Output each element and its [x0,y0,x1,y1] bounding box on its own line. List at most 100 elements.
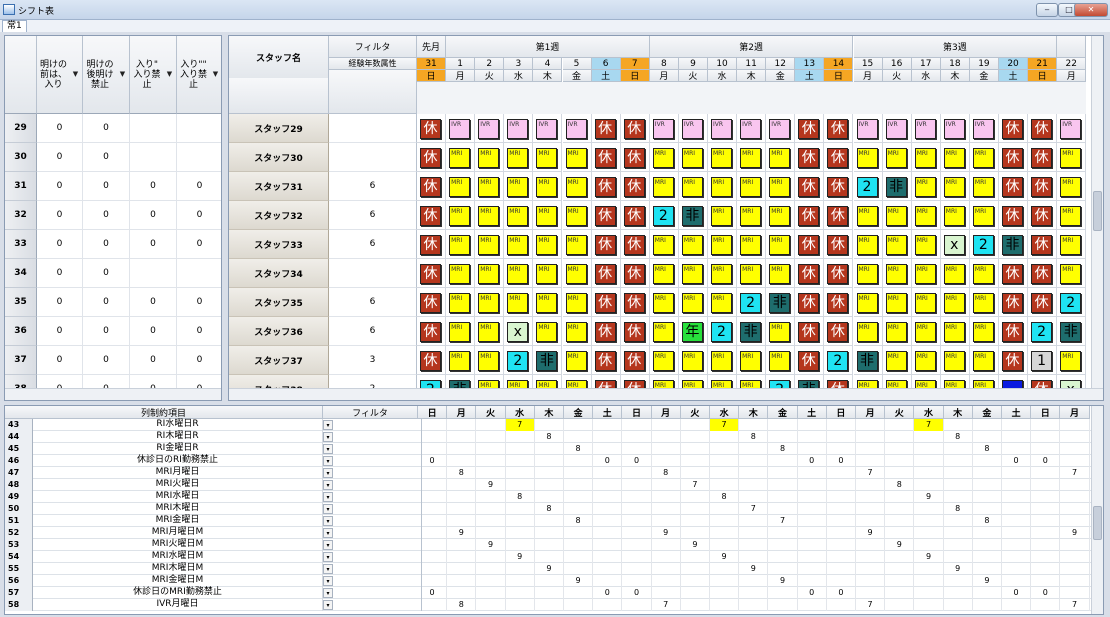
constraint-value[interactable]: 8 [447,467,477,479]
shift-cell[interactable]: 休 [999,172,1029,201]
shift-cell[interactable]: 2 [504,346,534,375]
shift-cell[interactable]: 休 [795,143,825,172]
constraint-value[interactable] [652,515,681,527]
shift-cell[interactable]: MRI [766,259,796,288]
shift-tile[interactable]: MRI [972,177,994,197]
constraint-value[interactable] [476,563,506,575]
constraint-value[interactable] [622,503,652,515]
shift-cell[interactable]: 2 [737,288,767,317]
constraint-value[interactable] [856,455,886,467]
shift-tile[interactable]: MRI [885,293,907,313]
left-constraint-cell[interactable]: 0 [37,201,83,230]
constraint-value[interactable] [418,539,448,551]
shift-tile[interactable]: MRI [885,264,907,284]
constraint-value[interactable] [681,563,710,575]
constraint-value[interactable] [476,527,506,539]
constraint-value[interactable]: 9 [739,563,769,575]
constraint-value[interactable] [768,419,798,431]
left-constraint-cell[interactable] [130,114,177,143]
constraint-value[interactable] [564,527,594,539]
shift-tile[interactable]: 休 [798,235,820,255]
shift-tile[interactable]: 2 [972,235,994,255]
shift-tile[interactable]: MRI [769,322,791,342]
shift-tile[interactable]: MRI [740,206,762,226]
constraint-value[interactable] [418,419,448,431]
constraint-value[interactable] [681,587,710,599]
left-constraint-cell[interactable]: 0 [83,201,130,230]
constraint-value[interactable] [798,503,827,515]
constraint-value[interactable] [827,515,856,527]
shift-tile[interactable]: MRI [652,351,674,371]
shift-cell[interactable]: 休 [620,172,650,201]
constraint-value[interactable] [622,599,652,611]
shift-cell[interactable]: MRI [940,201,970,230]
constraint-value[interactable] [1060,479,1090,491]
shift-cell[interactable]: 休 [1028,230,1058,259]
left-constraint-cell[interactable]: 0 [37,288,83,317]
shift-cell[interactable]: IVR [678,114,708,143]
shift-cell[interactable]: MRI [1057,201,1087,230]
constraint-value[interactable] [476,551,506,563]
shift-cell[interactable]: MRI [1057,259,1087,288]
constraint-value[interactable]: 8 [564,443,594,455]
constraint-value[interactable] [827,563,856,575]
shift-cell[interactable]: 非 [678,201,708,230]
constraint-value[interactable] [564,431,594,443]
constraint-value[interactable] [856,515,886,527]
shift-tile[interactable]: x [507,322,529,342]
constraint-value[interactable] [535,575,564,587]
shift-tile[interactable]: MRI [478,351,500,371]
constraint-value[interactable] [944,539,973,551]
left-column-header[interactable]: 入り" 入り禁 止 ▼ [130,36,177,114]
shift-cell[interactable]: 休 [795,346,825,375]
shift-tile[interactable]: MRI [914,322,936,342]
constraint-value[interactable] [652,563,681,575]
constraint-value[interactable] [506,599,535,611]
constraint-value[interactable] [856,551,886,563]
minimize-button[interactable]: ‒ [1036,3,1058,17]
shift-tile[interactable]: MRI [449,264,471,284]
constraint-value[interactable] [593,467,623,479]
constraint-value[interactable] [798,443,827,455]
shift-tile[interactable]: MRI [711,235,732,255]
shift-cell[interactable]: 休 [417,114,447,143]
constraint-value[interactable] [1031,563,1061,575]
shift-cell[interactable]: MRI [737,143,767,172]
shift-tile[interactable]: MRI [478,206,500,226]
constraint-value[interactable] [914,587,944,599]
constraint-value[interactable]: 9 [885,539,915,551]
constraint-value[interactable] [652,575,681,587]
shift-cell[interactable]: MRI [533,143,563,172]
shift-cell[interactable]: MRI [969,172,999,201]
constraint-value[interactable] [1031,575,1061,587]
constraint-value[interactable] [476,467,506,479]
constraint-value[interactable] [535,419,564,431]
constraint-value[interactable] [1002,503,1032,515]
constraint-value[interactable] [885,515,915,527]
shift-tile[interactable]: 休 [420,351,441,371]
constraint-value[interactable] [1031,431,1061,443]
left-constraint-cell[interactable] [177,114,221,143]
left-constraint-cell[interactable]: 0 [130,317,177,346]
shift-tile[interactable]: MRI [478,322,500,342]
constraint-value[interactable] [973,599,1002,611]
left-constraint-cell[interactable]: 0 [37,259,83,288]
shift-tile[interactable]: MRI [856,264,878,284]
constraint-value[interactable] [447,539,477,551]
constraint-value[interactable] [739,575,769,587]
constraint-value[interactable] [885,587,915,599]
constraint-value[interactable] [944,419,973,431]
constraint-dropdown[interactable]: ▾ [323,480,333,490]
constraint-value[interactable]: 9 [768,575,798,587]
shift-cell[interactable]: MRI [911,201,941,230]
constraint-value[interactable] [506,455,535,467]
shift-tile[interactable]: MRI [507,206,529,226]
shift-cell[interactable]: MRI [678,172,708,201]
constraint-value[interactable] [1031,467,1061,479]
shift-tile[interactable]: IVR [769,119,791,139]
shift-tile[interactable]: MRI [943,177,965,197]
shift-tile[interactable]: 休 [1031,119,1053,139]
shift-tile[interactable]: 休 [827,322,849,342]
shift-tile[interactable]: 非 [1002,235,1023,255]
shift-tile[interactable]: 非 [856,351,878,371]
